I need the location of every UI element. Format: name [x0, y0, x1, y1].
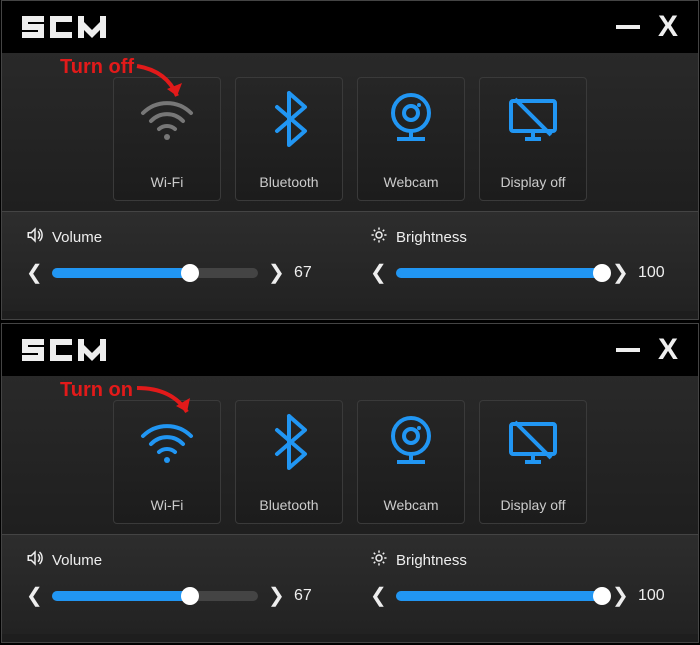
display-off-icon	[501, 401, 565, 483]
tile-label: Display off	[500, 497, 565, 513]
brightness-increase[interactable]: ❯	[612, 260, 628, 285]
webcam-icon	[379, 401, 443, 483]
app-logo	[22, 339, 132, 361]
volume-slider[interactable]	[52, 268, 258, 278]
brightness-decrease[interactable]: ❮	[370, 583, 386, 608]
titlebar: X	[2, 324, 698, 376]
titlebar: X	[2, 1, 698, 53]
brightness-icon	[370, 226, 388, 248]
tile-display-off[interactable]: Display off	[479, 77, 587, 201]
volume-block: Volume ❮ ❯ 67	[26, 226, 330, 297]
volume-decrease[interactable]: ❮	[26, 260, 42, 285]
volume-label: Volume	[52, 552, 102, 569]
tile-label: Wi-Fi	[151, 174, 184, 190]
speaker-icon	[26, 549, 44, 571]
speaker-icon	[26, 226, 44, 248]
display-off-icon	[501, 78, 565, 160]
volume-value: 67	[294, 587, 330, 605]
minimize-button[interactable]	[616, 348, 640, 352]
close-button[interactable]: X	[658, 335, 678, 365]
annotation-label: Turn on	[60, 379, 133, 402]
tile-label: Display off	[500, 174, 565, 190]
volume-increase[interactable]: ❯	[268, 260, 284, 285]
brightness-slider[interactable]	[396, 268, 602, 278]
tile-wifi[interactable]: Wi-Fi	[113, 400, 221, 524]
volume-decrease[interactable]: ❮	[26, 583, 42, 608]
tile-label: Wi-Fi	[151, 497, 184, 513]
brightness-icon	[370, 549, 388, 571]
bluetooth-icon	[257, 78, 321, 160]
sliders-row: Volume ❮ ❯ 67 Brightness ❮	[2, 534, 698, 634]
tile-label: Webcam	[384, 174, 439, 190]
scm-panel: X Turn on Wi-Fi Bluetooth	[1, 323, 699, 643]
tile-label: Webcam	[384, 497, 439, 513]
annotation-label: Turn off	[60, 56, 134, 79]
webcam-icon	[379, 78, 443, 160]
brightness-value: 100	[638, 587, 674, 605]
volume-label: Volume	[52, 229, 102, 246]
brightness-block: Brightness ❮ ❯ 100	[370, 226, 674, 297]
wifi-icon	[135, 401, 199, 483]
brightness-slider[interactable]	[396, 591, 602, 601]
tile-wifi[interactable]: Wi-Fi	[113, 77, 221, 201]
volume-block: Volume ❮ ❯ 67	[26, 549, 330, 620]
tile-label: Bluetooth	[259, 174, 318, 190]
brightness-block: Brightness ❮ ❯ 100	[370, 549, 674, 620]
bluetooth-icon	[257, 401, 321, 483]
brightness-label: Brightness	[396, 552, 467, 569]
volume-increase[interactable]: ❯	[268, 583, 284, 608]
tile-webcam[interactable]: Webcam	[357, 400, 465, 524]
app-logo	[22, 16, 132, 38]
volume-value: 67	[294, 264, 330, 282]
tile-webcam[interactable]: Webcam	[357, 77, 465, 201]
tile-bluetooth[interactable]: Bluetooth	[235, 77, 343, 201]
brightness-label: Brightness	[396, 229, 467, 246]
minimize-button[interactable]	[616, 25, 640, 29]
scm-panel: X Turn off Wi-Fi Bluetooth	[1, 0, 699, 320]
volume-slider[interactable]	[52, 591, 258, 601]
tile-display-off[interactable]: Display off	[479, 400, 587, 524]
tile-label: Bluetooth	[259, 497, 318, 513]
close-button[interactable]: X	[658, 12, 678, 42]
tile-bluetooth[interactable]: Bluetooth	[235, 400, 343, 524]
brightness-increase[interactable]: ❯	[612, 583, 628, 608]
brightness-value: 100	[638, 264, 674, 282]
brightness-decrease[interactable]: ❮	[370, 260, 386, 285]
sliders-row: Volume ❮ ❯ 67 Brightness ❮	[2, 211, 698, 311]
wifi-icon	[135, 78, 199, 160]
